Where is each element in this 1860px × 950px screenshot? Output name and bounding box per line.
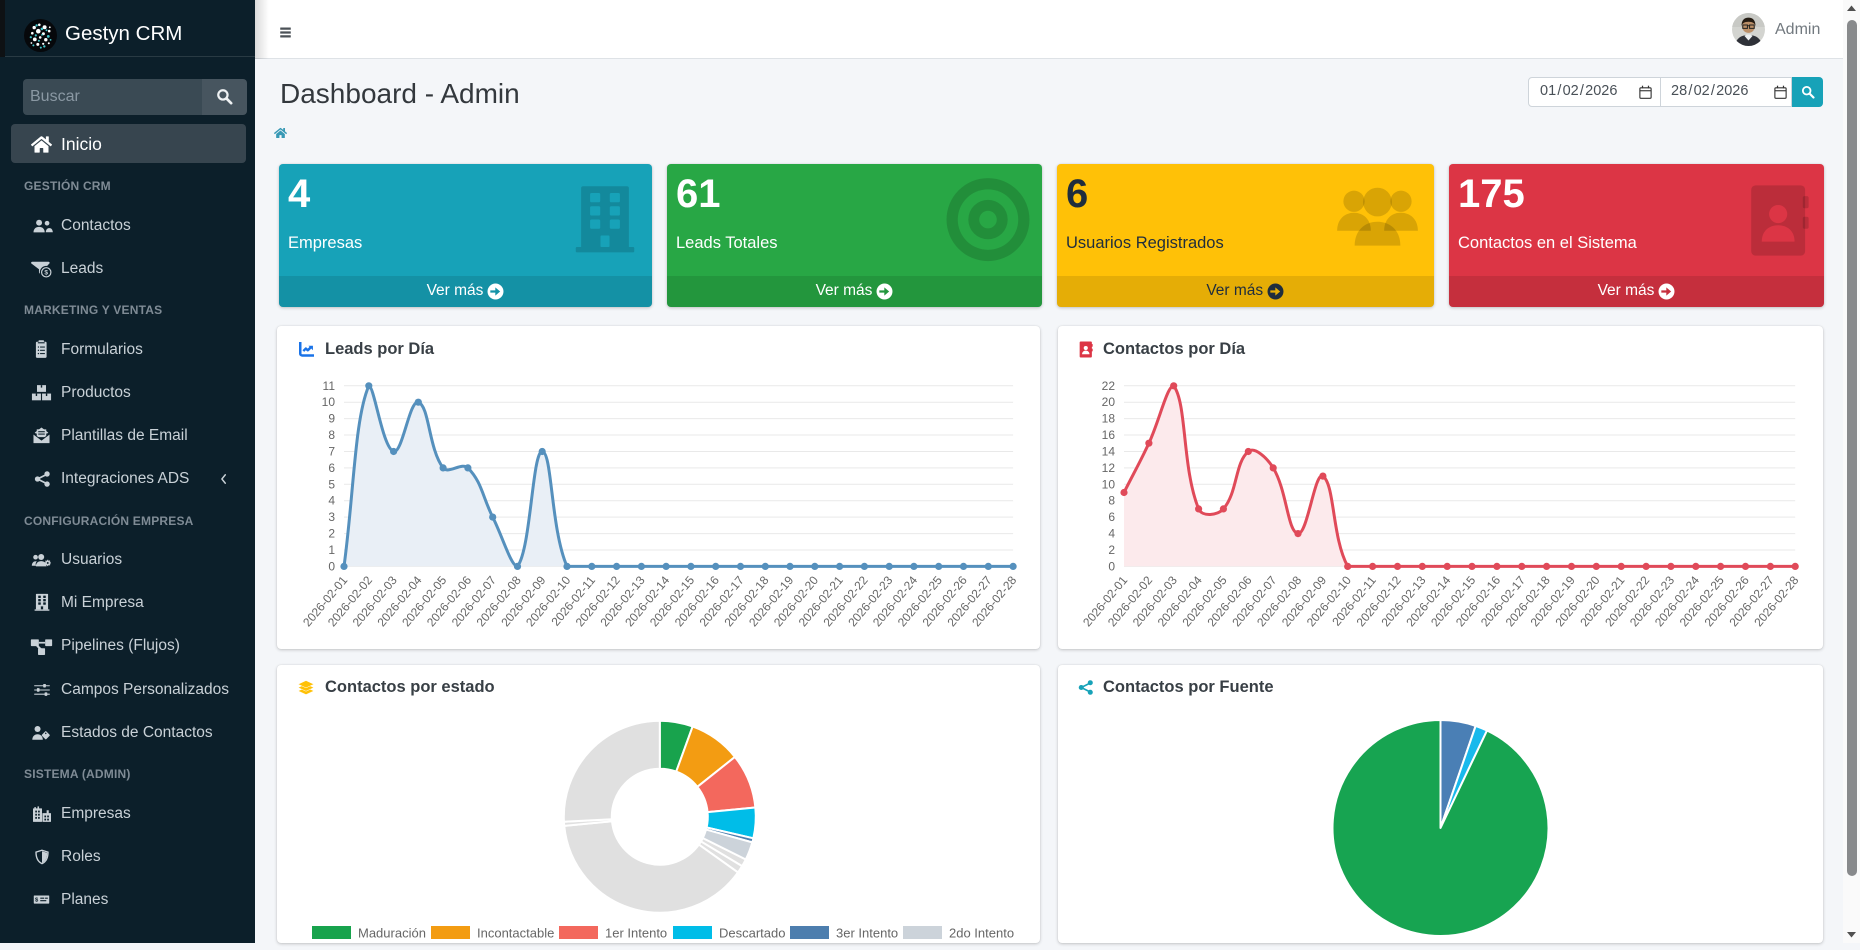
svg-text:6: 6 xyxy=(328,461,335,475)
svg-text:8: 8 xyxy=(1108,494,1115,508)
svg-text:8: 8 xyxy=(328,428,335,442)
svg-text:3: 3 xyxy=(328,510,335,524)
svg-text:5: 5 xyxy=(328,477,335,491)
svg-text:18: 18 xyxy=(1102,412,1116,426)
svg-text:Descartado: Descartado xyxy=(719,926,785,941)
svg-text:4: 4 xyxy=(1108,527,1115,541)
svg-text:2: 2 xyxy=(328,527,335,541)
svg-text:3er Intento: 3er Intento xyxy=(836,926,898,941)
svg-text:$: $ xyxy=(44,269,48,276)
svg-text:20: 20 xyxy=(1102,395,1116,409)
svg-text:10: 10 xyxy=(1102,477,1116,491)
svg-text:16: 16 xyxy=(1102,428,1116,442)
svg-text:6: 6 xyxy=(1108,510,1115,524)
svg-text:0: 0 xyxy=(1108,559,1115,573)
svg-text:2do Intento: 2do Intento xyxy=(949,926,1014,941)
svg-text:12: 12 xyxy=(1102,461,1116,475)
svg-text:1er Intento: 1er Intento xyxy=(605,926,667,941)
svg-text:10: 10 xyxy=(322,395,336,409)
svg-text:14: 14 xyxy=(1102,445,1116,459)
svg-text:9: 9 xyxy=(328,412,335,426)
svg-text:22: 22 xyxy=(1102,379,1116,393)
svg-text:11: 11 xyxy=(323,379,336,393)
svg-text:Maduración: Maduración xyxy=(358,926,426,941)
svg-text:0: 0 xyxy=(328,559,335,573)
svg-text:4: 4 xyxy=(328,494,335,508)
svg-text:Incontactable: Incontactable xyxy=(477,926,554,941)
svg-text:1: 1 xyxy=(328,543,335,557)
svg-text:2: 2 xyxy=(1108,543,1115,557)
svg-text:7: 7 xyxy=(328,445,335,459)
